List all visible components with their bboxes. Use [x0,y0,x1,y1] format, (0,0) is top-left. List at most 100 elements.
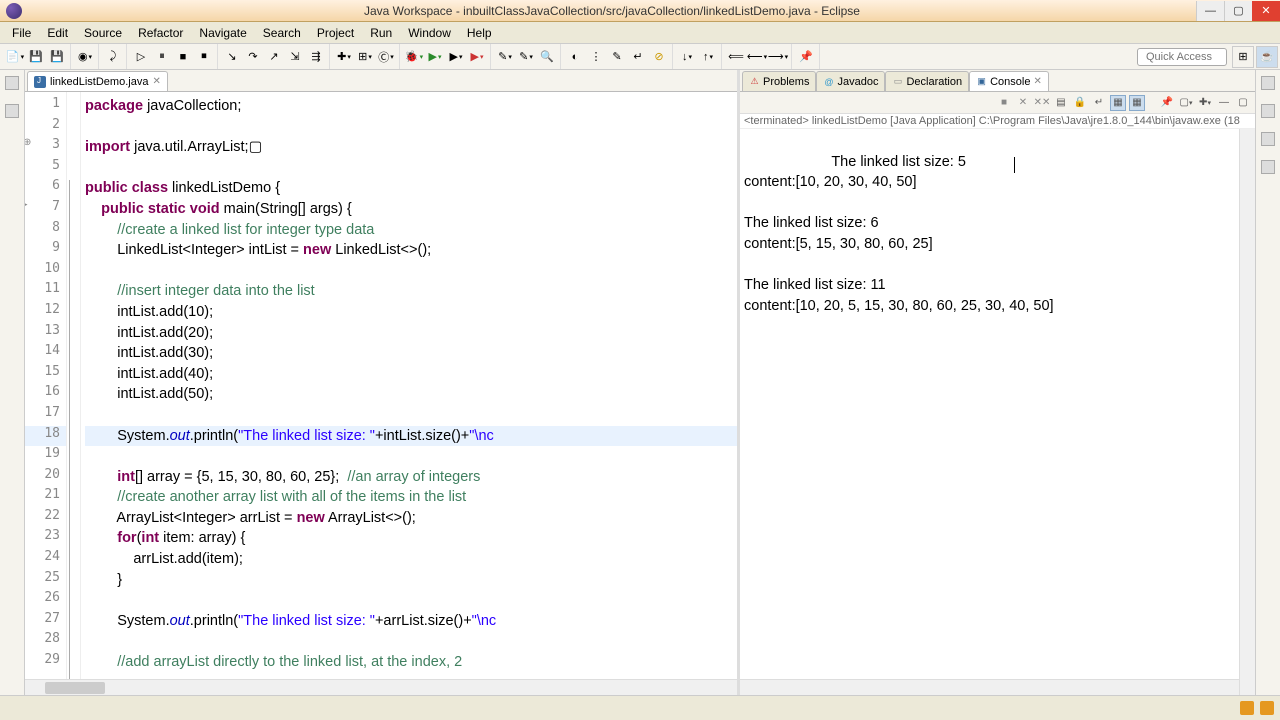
open-type-button[interactable]: ◉▾ [75,47,95,67]
save-button[interactable]: 💾 [26,47,46,67]
java-file-icon [34,76,46,88]
new-package-button[interactable]: ⊞▾ [355,47,375,67]
pin-console-button[interactable]: 📌 [1159,95,1175,111]
console-vertical-scrollbar[interactable] [1239,129,1255,695]
last-edit-button[interactable]: ⟸ [726,47,746,67]
code-editor[interactable]: 123⊕567▸89101112131415161718192021222324… [25,92,737,679]
menu-help[interactable]: Help [459,24,500,42]
debug-button[interactable]: 🐞▾ [404,47,424,67]
window-title: Java Workspace - inbuiltClassJavaCollect… [28,4,1196,18]
coverage-button[interactable]: ▶▾ [446,47,466,67]
view-tab-label: Javadoc [837,76,878,88]
new-feature-button[interactable]: ✎▾ [516,47,536,67]
step-filters-button[interactable]: ⇶ [306,47,326,67]
debug-skip-button[interactable]: ⤸ [103,47,123,67]
back-button[interactable]: ⟵▾ [747,47,767,67]
word-wrap-button[interactable]: ↵ [1091,95,1107,111]
open-perspective-button[interactable]: ⊞ [1232,46,1254,68]
main-toolbar: 📄▾ 💾 💾 ◉▾ ⤸ ▷ ⏸ ■ ⏹ ↘ ↷ ↗ ⇲ ⇶ ✚▾ ⊞▾ Ⓒ▾ 🐞… [0,44,1280,70]
search-button[interactable]: 🔍 [537,47,557,67]
toggle-mark-button[interactable]: ◐ [565,47,585,67]
updates-icon[interactable] [1260,701,1274,715]
task-list-icon[interactable] [1261,104,1275,118]
menu-refactor[interactable]: Refactor [130,24,191,42]
pin-button[interactable]: 📌 [796,47,816,67]
forward-button[interactable]: ⟶▾ [768,47,788,67]
menu-edit[interactable]: Edit [39,24,76,42]
new-class-button[interactable]: Ⓒ▾ [376,47,396,67]
restore-right-icon[interactable] [1261,76,1275,90]
menu-run[interactable]: Run [362,24,400,42]
remove-all-button[interactable]: ✕✕ [1034,95,1050,111]
maximize-button[interactable]: ▢ [1224,1,1252,21]
step-return-button[interactable]: ↗ [264,47,284,67]
new-plugin-button[interactable]: ✎▾ [495,47,515,67]
step-into-button[interactable]: ↘ [222,47,242,67]
menu-window[interactable]: Window [400,24,459,42]
package-explorer-icon[interactable] [5,104,19,118]
another-view-icon[interactable] [1261,160,1275,174]
console-icon: ▣ [976,76,987,87]
edit-button[interactable]: ✎ [607,47,627,67]
menu-navigate[interactable]: Navigate [191,24,254,42]
outline-icon[interactable] [1261,132,1275,146]
minimize-button[interactable]: — [1196,1,1224,21]
close-button[interactable]: ✕ [1252,1,1280,21]
terminate-console-button[interactable]: ■ [996,95,1012,111]
console-launch-info: <terminated> linkedListDemo [Java Applic… [740,114,1255,129]
console-horizontal-scrollbar[interactable] [740,679,1239,695]
open-console-button[interactable]: ✚▾ [1197,95,1213,111]
close-tab-icon[interactable]: ✕ [152,76,160,87]
show-stdout-button[interactable]: ▦ [1110,95,1126,111]
problems-icon: ⚠ [749,76,760,87]
menu-bar: FileEditSourceRefactorNavigateSearchProj… [0,22,1280,44]
disconnect-button[interactable]: ⏹ [194,47,214,67]
maximize-view-button[interactable]: ▢ [1235,95,1251,111]
eclipse-icon [6,3,22,19]
editor-tab-linkedlistdemo[interactable]: linkedListDemo.java ✕ [27,71,168,91]
new-button[interactable]: 📄▾ [5,47,25,67]
display-console-button[interactable]: ▢▾ [1178,95,1194,111]
close-view-icon[interactable]: ✕ [1033,76,1041,87]
menu-search[interactable]: Search [255,24,309,42]
view-tab-javadoc[interactable]: @Javadoc [816,71,885,91]
resume-button[interactable]: ▷ [131,47,151,67]
next-annot-button[interactable]: ↓▾ [677,47,697,67]
suspend-button[interactable]: ⏸ [152,47,172,67]
step-over-button[interactable]: ↷ [243,47,263,67]
menu-source[interactable]: Source [76,24,130,42]
drop-frame-button[interactable]: ⇲ [285,47,305,67]
run-button[interactable]: ▶▾ [425,47,445,67]
menu-project[interactable]: Project [309,24,362,42]
wrap-button[interactable]: ↵ [628,47,648,67]
show-stderr-button[interactable]: ▦ [1129,95,1145,111]
javadoc-icon: @ [823,76,834,87]
console-output[interactable]: The linked list size: 5 content:[10, 20,… [740,129,1239,679]
ext-tools-button[interactable]: ▶▾ [467,47,487,67]
prev-annot-button[interactable]: ↑▾ [698,47,718,67]
left-trim [0,70,25,695]
editor-pane: linkedListDemo.java ✕ 123⊕567▸8910111213… [25,70,740,695]
view-tab-label: Problems [763,76,809,88]
new-java-button[interactable]: ✚▾ [334,47,354,67]
console-toolbar: ■ ✕ ✕✕ ▤ 🔒 ↵ ▦ ▦ 📌 ▢▾ ✚▾ — ▢ [740,92,1255,114]
terminate-button[interactable]: ■ [173,47,193,67]
minimize-view-button[interactable]: — [1216,95,1232,111]
remove-launch-button[interactable]: ✕ [1015,95,1031,111]
clear-console-button[interactable]: ▤ [1053,95,1069,111]
scroll-lock-button[interactable]: 🔒 [1072,95,1088,111]
menu-file[interactable]: File [4,24,39,42]
tip-icon[interactable] [1240,701,1254,715]
view-tab-console[interactable]: ▣Console✕ [969,71,1049,91]
comment-button[interactable]: ⊘ [649,47,669,67]
java-perspective-button[interactable]: ☕ [1256,46,1278,68]
editor-horizontal-scrollbar[interactable] [25,679,737,695]
quick-access-input[interactable] [1137,48,1227,66]
right-pane: ⚠Problems@Javadoc▭Declaration▣Console✕ ■… [740,70,1255,695]
restore-icon[interactable] [5,76,19,90]
view-tab-problems[interactable]: ⚠Problems [742,71,816,91]
title-bar: Java Workspace - inbuiltClassJavaCollect… [0,0,1280,22]
save-all-button[interactable]: 💾 [47,47,67,67]
toggle-breadcrumb-button[interactable]: ⋮ [586,47,606,67]
view-tab-declaration[interactable]: ▭Declaration [885,71,969,91]
